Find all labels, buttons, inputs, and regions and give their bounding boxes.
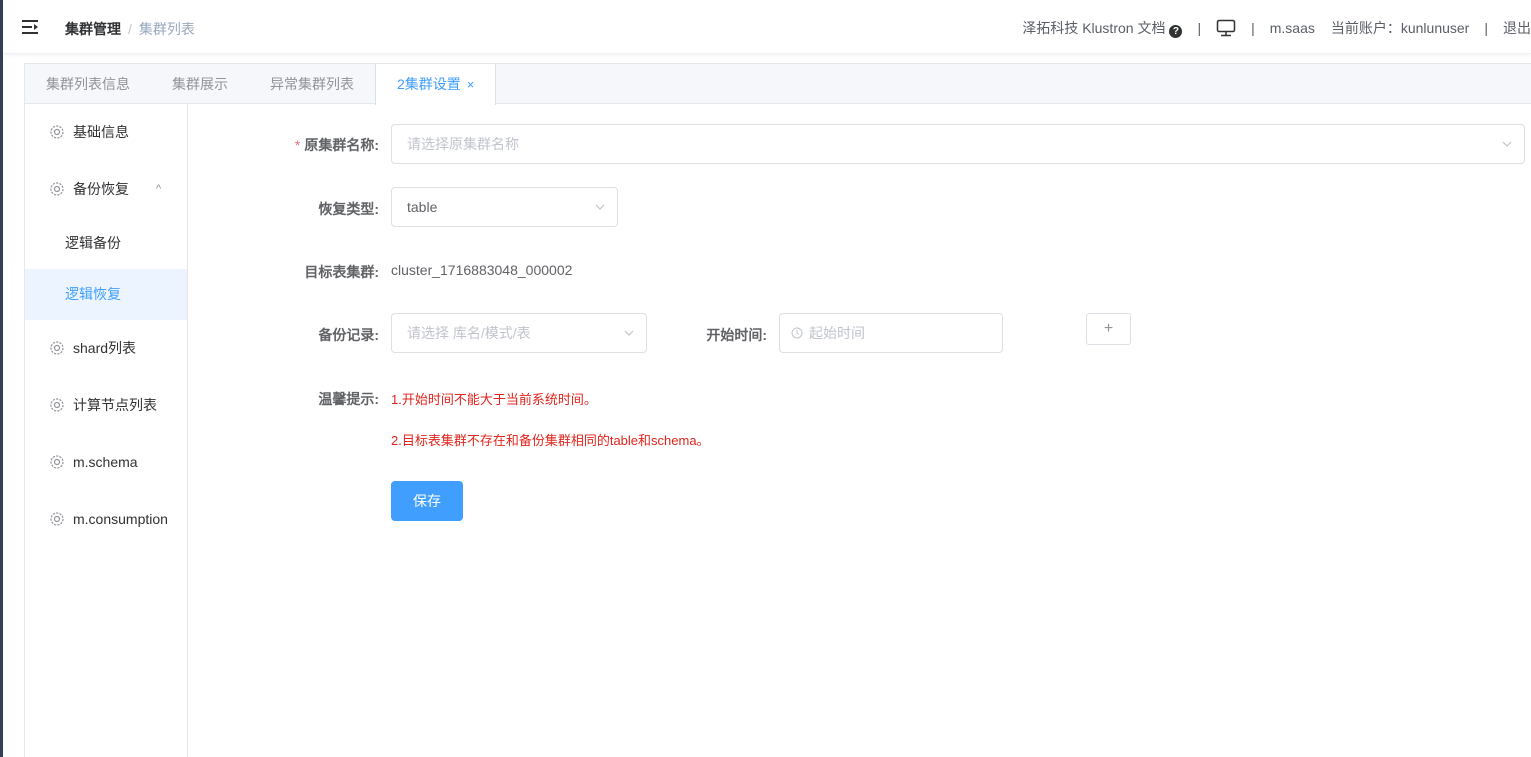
gear-icon xyxy=(50,512,64,526)
menu-backup-restore[interactable]: 备份恢复 ^ xyxy=(25,161,187,218)
start-time-label: 开始时间: xyxy=(706,327,767,343)
breadcrumb-current: 集群列表 xyxy=(138,21,195,37)
target-cluster-value: cluster_1716883048_000002 xyxy=(391,262,573,278)
source-cluster-placeholder: 请选择原集群名称 xyxy=(407,136,519,152)
chevron-down-icon xyxy=(1502,141,1512,147)
monitor-icon[interactable] xyxy=(1216,19,1236,37)
menu-m-consumption[interactable]: m.consumption xyxy=(25,491,187,548)
backup-record-select[interactable]: 请选择 库名/模式/表 xyxy=(391,313,647,353)
start-time-picker[interactable]: 起始时间 xyxy=(779,313,1003,353)
docs-link-label: 泽拓科技 Klustron 文档 xyxy=(1022,20,1166,36)
chevron-down-icon xyxy=(595,204,605,210)
source-cluster-label-text: 原集群名称: xyxy=(304,137,379,153)
source-cluster-select[interactable]: 请选择原集群名称 xyxy=(391,124,1525,164)
menu-shard-list-label: shard列表 xyxy=(73,340,137,356)
settings-sidebar: 基础信息 备份恢复 ^ 逻辑备份 逻辑恢复 shard列表 计算节点列表 m.s… xyxy=(24,104,188,757)
menu-compute-nodes-label: 计算节点列表 xyxy=(73,397,157,413)
tip-line-1: 1.开始时间不能大于当前系统时间。 xyxy=(391,392,597,407)
close-icon[interactable]: × xyxy=(467,77,475,92)
save-button[interactable]: 保存 xyxy=(391,481,463,521)
breadcrumb-root[interactable]: 集群管理 xyxy=(65,21,121,37)
required-mark: * xyxy=(294,137,301,153)
menu-basic-info[interactable]: 基础信息 xyxy=(25,104,187,161)
menu-basic-info-label: 基础信息 xyxy=(73,124,129,140)
tab-cluster-settings-label: 2集群设置 xyxy=(397,76,461,92)
tip-line-2: 2.目标表集群不存在和备份集群相同的table和schema。 xyxy=(391,433,710,448)
add-record-button[interactable]: + xyxy=(1086,313,1131,345)
top-navbar: 集群管理 / 集群列表 泽拓科技 Klustron 文档? | | m.saas 当… xyxy=(3,0,1531,54)
menu-shard-list[interactable]: shard列表 xyxy=(25,320,187,377)
breadcrumb: 集群管理 / 集群列表 xyxy=(65,19,195,39)
tab-cluster-settings[interactable]: 2集群设置 × xyxy=(375,64,497,105)
menu-logical-restore[interactable]: 逻辑恢复 xyxy=(25,269,187,320)
gear-icon xyxy=(50,398,64,412)
menu-m-schema-label: m.schema xyxy=(73,454,138,470)
saas-link[interactable]: m.saas xyxy=(1270,20,1315,36)
gear-icon xyxy=(50,182,64,196)
hamburger-icon[interactable] xyxy=(21,18,39,36)
menu-backup-restore-label: 备份恢复 xyxy=(73,181,129,197)
menu-m-consumption-label: m.consumption xyxy=(73,511,168,527)
nav-separator: | xyxy=(1251,20,1255,36)
tab-cluster-display[interactable]: 集群展示 xyxy=(151,64,249,104)
nav-separator: | xyxy=(1197,20,1202,36)
tab-cluster-list-info[interactable]: 集群列表信息 xyxy=(25,64,151,104)
nav-right-group: 泽拓科技 Klustron 文档? | | m.saas 当前账户： kunlun… xyxy=(1022,18,1531,38)
sidebar-edge xyxy=(0,0,3,757)
chevron-up-icon: ^ xyxy=(156,183,162,195)
backup-record-placeholder: 请选择 库名/模式/表 xyxy=(407,325,531,341)
clock-icon xyxy=(791,327,803,339)
help-icon: ? xyxy=(1169,25,1183,38)
chevron-down-icon xyxy=(624,330,634,336)
source-cluster-label: * 原集群名称: xyxy=(295,135,379,155)
logout-link[interactable]: 退出 xyxy=(1503,18,1531,38)
docs-link[interactable]: 泽拓科技 Klustron 文档? xyxy=(1022,18,1183,38)
menu-logical-backup[interactable]: 逻辑备份 xyxy=(25,218,187,269)
restore-type-label: 恢复类型: xyxy=(318,201,379,217)
tips-label: 温馨提示: xyxy=(318,391,379,407)
account-label: 当前账户： xyxy=(1330,20,1401,36)
backup-record-label: 备份记录: xyxy=(318,327,379,343)
gear-icon xyxy=(50,455,64,469)
menu-compute-nodes[interactable]: 计算节点列表 xyxy=(25,377,187,434)
restore-type-select[interactable]: table xyxy=(391,187,618,227)
nav-separator: | xyxy=(1484,20,1488,36)
menu-m-schema[interactable]: m.schema xyxy=(25,434,187,491)
gear-icon xyxy=(50,341,64,355)
account-name[interactable]: kunlunuser xyxy=(1401,20,1470,36)
gear-icon xyxy=(50,125,64,139)
tab-bar: 集群列表信息 集群展示 异常集群列表 2集群设置 × xyxy=(24,63,1531,105)
tab-abnormal-clusters[interactable]: 异常集群列表 xyxy=(249,64,375,104)
start-time-placeholder: 起始时间 xyxy=(809,325,865,341)
breadcrumb-separator: / xyxy=(128,21,132,37)
restore-type-value: table xyxy=(407,199,438,215)
target-cluster-label: 目标表集群: xyxy=(304,264,379,280)
